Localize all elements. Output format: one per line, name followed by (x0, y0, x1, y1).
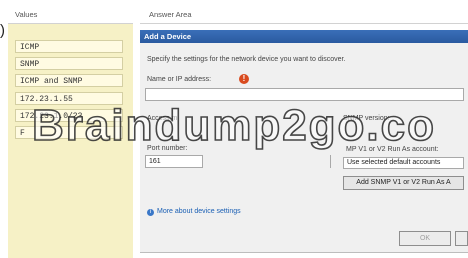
dialog-title: Add a Device (140, 30, 468, 43)
port-spinner[interactable] (330, 155, 342, 168)
info-icon: i (147, 209, 154, 216)
value-item-icmp-and-snmp[interactable]: ICMP and SNMP (15, 74, 123, 87)
value-item-icmp[interactable]: ICMP (15, 40, 123, 53)
value-item-ip-address[interactable]: 172.23.1.55 (15, 92, 123, 105)
add-run-as-button[interactable]: Add SNMP V1 or V2 Run As A (343, 176, 464, 190)
exam-screenshot: ) Values ICMP SNMP ICMP and SNMP 172.23.… (0, 0, 468, 258)
run-as-account-select[interactable]: Use selected default accounts (343, 157, 464, 169)
value-item-ip-range[interactable]: 172.23.1.0/23 (15, 109, 123, 122)
cancel-button[interactable] (455, 231, 468, 246)
error-icon: ! (239, 74, 249, 84)
answer-area-header: Answer Area (140, 6, 468, 24)
name-label: Name or IP address: (147, 76, 212, 83)
bottom-divider (140, 252, 468, 253)
port-number-input[interactable]: 161 (145, 155, 203, 168)
ok-button[interactable]: OK (399, 231, 451, 246)
question-marker: ) (0, 22, 5, 39)
values-pane: Values ICMP SNMP ICMP and SNMP 172.23.1.… (8, 6, 133, 258)
dialog-instructions: Specify the settings for the network dev… (147, 56, 346, 63)
name-input[interactable] (145, 88, 464, 101)
snmp-version-label: SNMP version: (343, 115, 390, 122)
more-settings-link[interactable]: More about device settings (157, 208, 241, 215)
value-item-partial[interactable]: F (15, 126, 123, 139)
values-header: Values (8, 6, 133, 24)
port-label: Port number: (147, 145, 188, 152)
value-item-snmp[interactable]: SNMP (15, 57, 123, 70)
add-device-dialog: Add a Device Specify the settings for th… (140, 30, 468, 252)
run-as-label: MP V1 or V2 Run As account: (346, 146, 439, 153)
access-mode-label: Access m (147, 115, 178, 122)
